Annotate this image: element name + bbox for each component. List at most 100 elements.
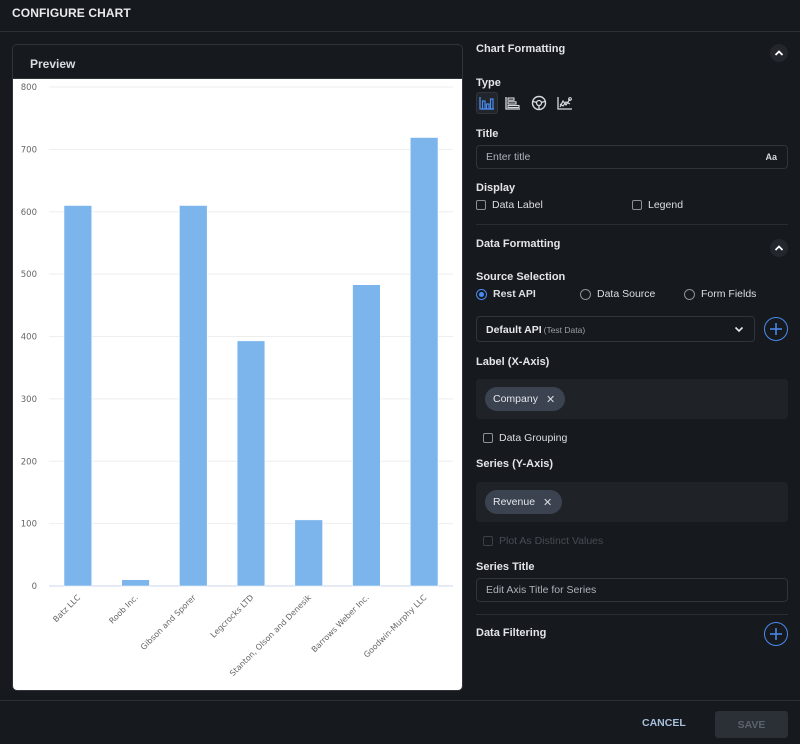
api-select[interactable]: Default API (Test Data) xyxy=(476,316,755,342)
bar-chart: 0 100 200 300 400 500 600 700 800 Batz LLC Roob In… xyxy=(21,83,453,678)
radio-circle[interactable] xyxy=(476,288,487,300)
display-label: Display xyxy=(476,182,516,194)
horizontal-bar-chart-icon xyxy=(505,97,520,110)
series-title-label: Series Title xyxy=(476,561,535,573)
line-chart-icon xyxy=(557,97,572,110)
bar xyxy=(63,205,92,587)
x-tick-label: Batz LLC xyxy=(51,593,82,624)
plot-distinct-checkbox: Plot As Distinct Values xyxy=(483,535,603,547)
data-formatting-heading: Data Formatting xyxy=(476,238,561,250)
data-filtering-heading: Data Filtering xyxy=(476,627,547,639)
y-axis-field[interactable]: Revenue ✕ xyxy=(476,482,788,522)
source-selection-label: Source Selection xyxy=(476,271,566,283)
bar xyxy=(410,137,439,587)
y-tick-label: 300 xyxy=(21,395,37,405)
title-field: Aa xyxy=(476,145,788,169)
dialog-footer: CANCEL SAVE xyxy=(0,700,800,744)
y-tick-label: 400 xyxy=(21,333,37,343)
remove-chip-icon[interactable]: ✕ xyxy=(546,393,555,406)
type-column-chart-button[interactable] xyxy=(476,92,498,114)
api-name: Default API xyxy=(486,324,542,336)
chevron-up-icon xyxy=(774,50,784,56)
series-title-input[interactable] xyxy=(486,579,756,601)
chip-label: Revenue xyxy=(493,496,536,508)
chevron-up-icon xyxy=(774,245,784,251)
chip-label: Company xyxy=(493,393,538,405)
save-button[interactable]: SAVE xyxy=(715,711,788,738)
legend-checkbox[interactable]: Legend xyxy=(632,199,683,211)
dialog-header: CONFIGURE CHART xyxy=(0,0,800,32)
y-tick-label: 500 xyxy=(21,270,37,280)
source-rest-api-radio[interactable]: Rest API xyxy=(476,288,536,300)
y-tick-label: 600 xyxy=(21,208,37,218)
cancel-button[interactable]: CANCEL xyxy=(642,717,686,729)
type-line-chart-button[interactable] xyxy=(554,92,576,114)
checkbox-box[interactable] xyxy=(483,433,493,443)
x-axis-chip: Company ✕ xyxy=(485,387,566,411)
add-filter-button[interactable] xyxy=(764,622,788,646)
type-label: Type xyxy=(476,77,501,89)
y-tick-label: 800 xyxy=(21,83,37,93)
api-subtitle: (Test Data) xyxy=(543,325,586,335)
radio-circle[interactable] xyxy=(684,288,695,300)
x-tick-label: Gibson and Sporer xyxy=(139,593,198,652)
plus-icon xyxy=(770,628,782,640)
radio-label: Form Fields xyxy=(701,288,757,300)
collapse-chart-formatting-button[interactable] xyxy=(770,44,788,62)
x-axis-label: Label (X-Axis) xyxy=(476,356,550,368)
chart-area: 0 100 200 300 400 500 600 700 800 Batz LLC Roob In… xyxy=(13,79,462,690)
api-select-value: Default API (Test Data) xyxy=(486,324,585,336)
y-axis-chip: Revenue ✕ xyxy=(485,490,563,514)
pie-chart-icon xyxy=(531,95,547,111)
checkbox-box xyxy=(483,536,493,546)
remove-chip-icon[interactable]: ✕ xyxy=(543,496,552,509)
x-tick-label: Goodwin-Murphy LLC xyxy=(362,593,429,660)
add-api-button[interactable] xyxy=(764,317,788,341)
title-label: Title xyxy=(476,128,499,140)
data-grouping-text: Data Grouping xyxy=(499,432,568,444)
type-horizontal-bar-button[interactable] xyxy=(502,92,524,114)
title-input[interactable] xyxy=(486,146,756,168)
collapse-data-formatting-button[interactable] xyxy=(770,239,788,257)
plot-distinct-text: Plot As Distinct Values xyxy=(499,535,604,547)
x-axis-field[interactable]: Company ✕ xyxy=(476,379,788,419)
legend-text: Legend xyxy=(648,199,684,211)
chevron-down-icon xyxy=(734,326,744,333)
section-divider xyxy=(476,614,788,615)
checkbox-box[interactable] xyxy=(476,200,486,210)
bar xyxy=(236,340,266,587)
bar xyxy=(121,579,150,587)
dialog-title: CONFIGURE CHART xyxy=(12,6,131,20)
plus-icon xyxy=(770,323,782,335)
x-tick-label: Barrows Weber Inc. xyxy=(310,593,371,654)
checkbox-box[interactable] xyxy=(632,200,642,210)
y-axis-label: Series (Y-Axis) xyxy=(476,458,554,470)
preview-panel: Preview 0 100 200 300 400 500 600 700 800 Batz LL… xyxy=(12,44,463,691)
bar xyxy=(294,519,323,587)
bar xyxy=(179,205,208,587)
chart-formatting-heading: Chart Formatting xyxy=(476,43,566,55)
y-tick-label: 200 xyxy=(21,457,37,467)
data-grouping-checkbox[interactable]: Data Grouping xyxy=(483,432,567,444)
source-data-source-radio[interactable]: Data Source xyxy=(580,288,655,300)
source-form-fields-radio[interactable]: Form Fields xyxy=(684,288,756,300)
radio-label: Data Source xyxy=(597,288,656,300)
type-pie-chart-button[interactable] xyxy=(528,92,550,114)
font-format-button[interactable]: Aa xyxy=(765,152,777,162)
y-tick-label: 700 xyxy=(21,145,37,155)
settings-panel: Chart Formatting Type Title Aa Display D… xyxy=(476,32,788,700)
section-divider xyxy=(476,224,788,225)
y-tick-label: 0 xyxy=(32,582,37,592)
y-tick-label: 100 xyxy=(21,520,37,530)
series-title-field xyxy=(476,578,788,602)
column-chart-icon xyxy=(479,97,494,110)
data-label-text: Data Label xyxy=(492,199,543,211)
preview-header: Preview xyxy=(13,45,462,79)
preview-title: Preview xyxy=(30,57,76,71)
radio-circle[interactable] xyxy=(580,288,591,300)
radio-label: Rest API xyxy=(493,288,536,300)
chart-type-selector xyxy=(476,92,576,114)
x-tick-label: Legcrocks LTD xyxy=(209,593,256,640)
x-tick-label: Roob Inc. xyxy=(107,593,140,626)
data-label-checkbox[interactable]: Data Label xyxy=(476,199,543,211)
